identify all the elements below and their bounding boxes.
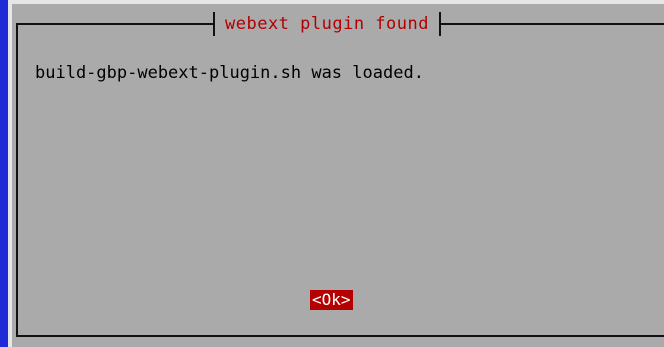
terminal-screen: webext plugin found build-gbp-webext-plu…	[0, 0, 664, 347]
ok-button[interactable]: <Ok>	[310, 290, 353, 310]
dialog-title: webext plugin found	[225, 14, 429, 34]
background-edge	[0, 0, 8, 347]
dialog-title-bar: webext plugin found	[213, 12, 441, 36]
dialog-window: webext plugin found build-gbp-webext-plu…	[8, 0, 664, 347]
dialog-message: build-gbp-webext-plugin.sh was loaded.	[35, 63, 424, 83]
